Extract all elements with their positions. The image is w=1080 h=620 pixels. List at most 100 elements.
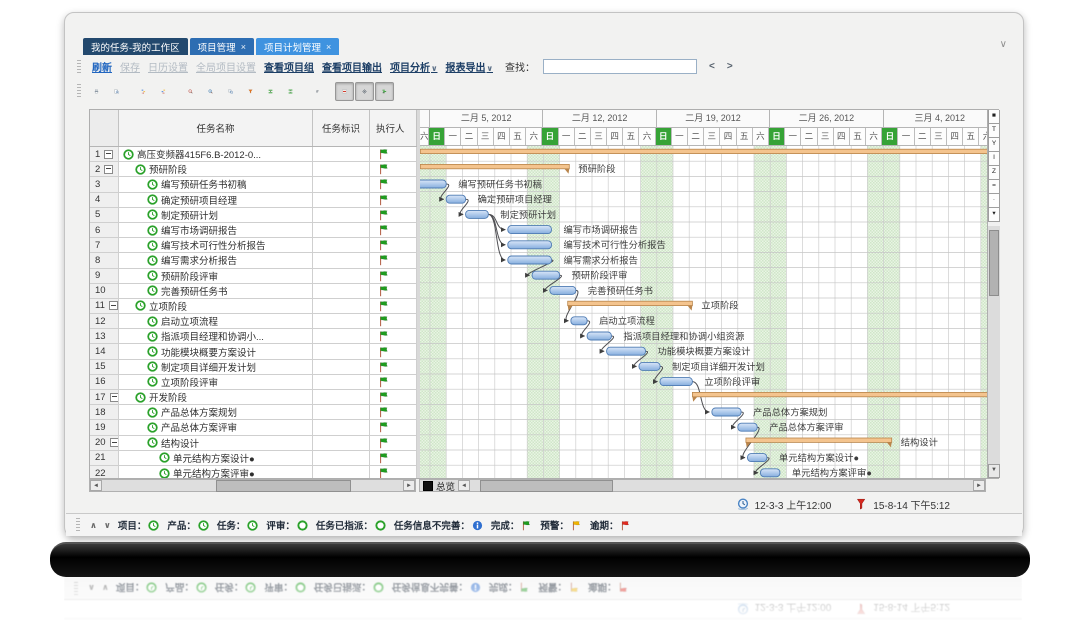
tab-1[interactable]: 我的任务-我的工作区 (83, 38, 188, 55)
table-row[interactable]: 5制定预研计划 (90, 208, 417, 223)
day-cell[interactable]: 三 (478, 128, 494, 145)
gantt-task-bar[interactable] (508, 256, 552, 264)
link-刷新[interactable]: 刷新 (92, 59, 112, 74)
tab-2[interactable]: 项目管理× (190, 38, 254, 55)
gantt-task-bar[interactable] (550, 286, 576, 294)
printer-icon[interactable] (87, 82, 106, 101)
gantt-task-bar[interactable] (466, 210, 489, 218)
numbers-icon[interactable]: # (308, 82, 327, 101)
gantt-vertical-scrollbar[interactable] (988, 226, 1000, 464)
link-查看项目输出[interactable]: 查看项目输出 (322, 59, 382, 74)
task-name-cell[interactable]: 指派项目经理和协调小... (119, 329, 313, 343)
task-name-cell[interactable]: 高压变频器415F6.B-2012-0... (119, 147, 313, 161)
task-name-cell[interactable]: 预研阶段 (119, 162, 313, 176)
day-cell[interactable]: 一 (672, 128, 688, 145)
day-cell[interactable]: 四 (607, 128, 623, 145)
day-cell[interactable]: 四 (834, 128, 850, 145)
day-cell[interactable]: 六 (979, 128, 987, 145)
expand-collapse-icon[interactable] (110, 393, 119, 402)
table-row[interactable]: 21单元结构方案设计● (90, 451, 417, 466)
week-cell[interactable]: 二月 12, 2012 (543, 110, 656, 127)
day-cell[interactable]: 三 (818, 128, 834, 145)
table-row[interactable]: 22单元结构方案评审● (90, 466, 417, 478)
gantt-task-bar[interactable] (587, 332, 611, 340)
link-项目分析[interactable]: 项目分析∨ (390, 59, 438, 74)
week-cell[interactable]: 二月 5, 2012 (430, 110, 543, 127)
find-input[interactable] (543, 59, 697, 74)
task-name-cell[interactable]: 完善预研任务书 (119, 284, 313, 298)
task-name-cell[interactable]: 编写市场调研报告 (119, 223, 313, 237)
gantt-view-icon[interactable] (375, 82, 394, 101)
task-name-cell[interactable]: 开发阶段 (119, 390, 313, 404)
task-name-cell[interactable]: 单元结构方案设计● (119, 451, 313, 465)
zoom-fit-icon[interactable] (221, 82, 240, 101)
week-cell[interactable]: 二月 19, 2012 (657, 110, 770, 127)
scroll-right-arrow-icon[interactable]: ► (973, 480, 985, 491)
day-cell[interactable]: 二 (688, 128, 704, 145)
day-cell[interactable]: 二 (575, 128, 591, 145)
indent-icon[interactable] (134, 82, 153, 101)
scroll-down-arrow-icon[interactable]: ▼ (988, 464, 1000, 478)
day-cell[interactable]: 二 (915, 128, 931, 145)
task-name-cell[interactable]: 编写技术可行性分析报告 (119, 238, 313, 252)
tab-close-icon[interactable]: × (241, 42, 246, 52)
gantt-task-bar[interactable] (571, 317, 587, 325)
task-name-cell[interactable]: 功能模块概要方案设计 (119, 344, 313, 358)
day-cell[interactable]: 一 (785, 128, 801, 145)
day-cell[interactable]: 六 (866, 128, 882, 145)
gantt-task-bar[interactable] (446, 195, 465, 203)
collapse-rows-icon[interactable] (261, 82, 280, 101)
day-cell[interactable]: 四 (947, 128, 963, 145)
gantt-task-bar[interactable] (532, 271, 560, 279)
chevron-down-icon[interactable]: ∨ (431, 64, 438, 73)
day-cell[interactable]: 日 (656, 128, 672, 145)
filter-icon[interactable] (241, 82, 260, 101)
gantt-summary-bar[interactable] (568, 301, 693, 305)
overview-label[interactable]: 总览 (436, 479, 455, 493)
tab-3[interactable]: 项目计划管理× (256, 38, 339, 55)
table-row[interactable]: 17开发阶段 (90, 390, 417, 405)
critical-path-icon[interactable] (335, 82, 354, 101)
task-name-cell[interactable]: 立项阶段 (119, 299, 313, 313)
legend-collapse-down-icon[interactable]: ∨ (104, 520, 111, 531)
locate-icon[interactable] (355, 82, 374, 101)
task-name-cell[interactable]: 编写预研任务书初稿 (119, 177, 313, 191)
task-name-cell[interactable]: 制定预研计划 (119, 208, 313, 222)
gantt-summary-bar[interactable] (746, 438, 892, 442)
table-row[interactable]: 12启动立项流程 (90, 314, 417, 329)
legend-collapse-up-icon[interactable]: ∧ (90, 520, 97, 531)
header-task-id[interactable]: 任务标识 (313, 110, 370, 146)
week-cell[interactable]: 三月 4, 2012 (884, 110, 987, 127)
scroll-left-arrow-icon[interactable]: ◄ (458, 480, 470, 491)
day-cell[interactable]: 三 (931, 128, 947, 145)
vertical-toolbar-button-4[interactable]: I (988, 152, 1000, 166)
task-name-cell[interactable]: 确定预研项目经理 (119, 193, 313, 207)
nav-next-button[interactable]: > (727, 61, 733, 72)
gantt-task-bar[interactable] (508, 241, 552, 249)
header-executor[interactable]: 执行人 (370, 110, 417, 146)
day-cell[interactable]: 五 (850, 128, 866, 145)
vertical-toolbar-button-5[interactable]: Z (988, 166, 1000, 180)
vertical-toolbar-button-1[interactable]: ■ (988, 110, 1000, 124)
table-row[interactable]: 7编写技术可行性分析报告 (90, 238, 417, 253)
gantt-task-bar[interactable] (712, 408, 741, 416)
task-name-cell[interactable]: 启动立项流程 (119, 314, 313, 328)
gantt-task-bar[interactable] (639, 362, 660, 370)
day-cell[interactable]: 六 (526, 128, 542, 145)
vertical-toolbar-button-2[interactable]: T (988, 124, 1000, 138)
toolbar-grip-icon[interactable] (77, 84, 81, 98)
day-cell[interactable]: 一 (445, 128, 461, 145)
task-name-cell[interactable]: 单元结构方案评审● (119, 466, 313, 478)
gantt-summary-bar[interactable] (420, 164, 569, 168)
scroll-thumb[interactable] (480, 480, 613, 492)
table-row[interactable]: 6编写市场调研报告 (90, 223, 417, 238)
task-name-cell[interactable]: 产品总体方案规划 (119, 405, 313, 419)
gantt-task-bar[interactable] (607, 347, 646, 355)
expand-collapse-icon[interactable] (109, 301, 118, 310)
print-preview-icon[interactable] (107, 82, 126, 101)
scroll-thumb[interactable] (216, 480, 350, 492)
day-cell[interactable]: 二 (461, 128, 477, 145)
table-row[interactable]: 4确定预研项目经理 (90, 193, 417, 208)
day-cell[interactable]: 一 (559, 128, 575, 145)
table-row[interactable]: 3编写预研任务书初稿 (90, 177, 417, 192)
